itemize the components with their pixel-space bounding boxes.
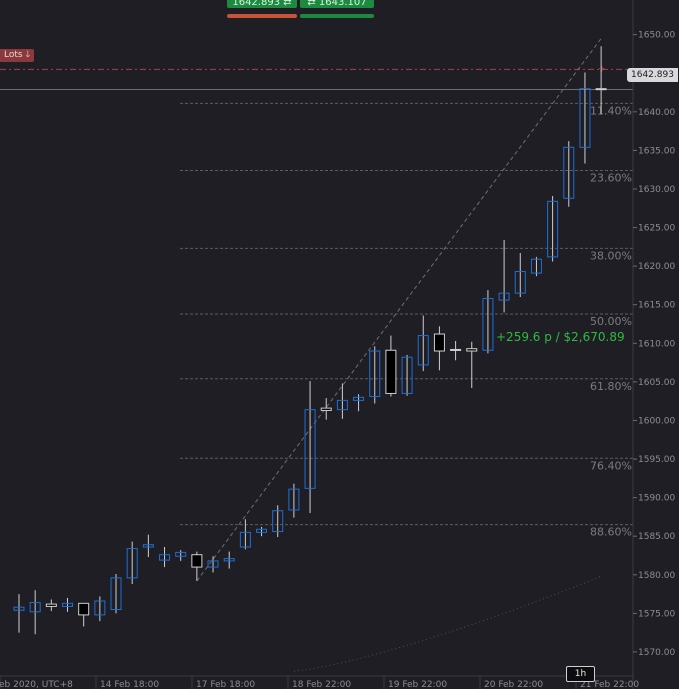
buy-price-button[interactable]: ⇄ 1643.107: [300, 0, 374, 8]
bear-candle: [191, 554, 203, 568]
price-tick-label: 1605.00: [638, 378, 675, 388]
fib-level-label: 50.00%: [590, 315, 632, 328]
price-tick-label: 1635.00: [638, 146, 675, 156]
price-tick-label: 1640.00: [638, 108, 675, 118]
time-tick-label: 19 Feb 22:00: [388, 680, 447, 689]
bear-candle: [450, 348, 462, 351]
price-tick-label: 1650.00: [638, 31, 675, 41]
price-tick-label: 1570.00: [638, 648, 675, 658]
lots-button[interactable]: Lots 🡓: [0, 49, 35, 62]
time-tick-label: 20 Feb 22:00: [484, 680, 543, 689]
price-tick-label: 1575.00: [638, 609, 675, 619]
price-tick-label: 1590.00: [638, 494, 675, 504]
timeframe-button[interactable]: 1h: [566, 666, 595, 682]
time-axis: 13 Feb 2020, UTC+8 14 Feb 18:00 17 Feb 18:…: [0, 675, 639, 689]
time-tick-label: 14 Feb 18:00: [100, 680, 159, 689]
sell-indicator-bar: [227, 14, 297, 18]
price-tick-label: 1600.00: [638, 416, 675, 426]
bear-candle: [45, 603, 57, 607]
price-tick-label: 1615.00: [638, 301, 675, 311]
sell-price-button[interactable]: 1642.893 ⇄: [227, 0, 297, 8]
price-tick-label: 1585.00: [638, 532, 675, 542]
fib-level-label: 38.00%: [590, 249, 632, 262]
fib-level-label: 76.40%: [590, 459, 632, 472]
arrow-down-icon: 🡓: [25, 50, 31, 60]
trendline-layer: [196, 38, 602, 672]
fib-level-label: 11.40%: [590, 104, 632, 117]
cursor-marker: +: [598, 65, 606, 75]
price-tick-label: 1595.00: [638, 455, 675, 465]
sell-arrow-icon: ⇄: [283, 0, 292, 8]
buy-indicator-bar: [300, 14, 374, 18]
buy-price-label: 1643.107: [318, 0, 367, 8]
bear-candle: [595, 88, 607, 91]
bear-candle: [78, 602, 90, 616]
indicator-curve: [293, 575, 602, 672]
time-tick-label: 17 Feb 18:00: [196, 680, 255, 689]
price-tick-label: 1620.00: [638, 262, 675, 272]
price-tick-label: 1625.00: [638, 224, 675, 234]
time-tick-label: 13 Feb 2020, UTC+8: [0, 680, 73, 689]
bear-candle: [385, 349, 397, 394]
lots-label: Lots: [4, 50, 23, 60]
time-tick-label: 18 Feb 22:00: [292, 680, 351, 689]
buy-arrow-icon: ⇄: [307, 0, 316, 8]
price-tick-label: 1630.00: [638, 185, 675, 195]
bear-candle: [466, 348, 478, 352]
trendline: [196, 38, 602, 582]
last-price-badge: 1642.893: [627, 68, 678, 82]
fib-level-label: 88.60%: [590, 526, 632, 539]
candlestick-chart[interactable]: 11.40% 23.60% 38.00% 50.00% 61.80% 76.40% 88.6…: [0, 0, 679, 689]
fibonacci-levels: 11.40% 23.60% 38.00% 50.00% 61.80% 76.40% 88.6…: [0, 68, 633, 539]
fib-level-label: 61.80%: [590, 380, 632, 393]
fib-level-label: 23.60%: [590, 171, 632, 184]
bear-candle: [433, 333, 445, 352]
profit-annotation: +259.6 p / $2,670.89: [496, 330, 625, 344]
price-axis: 1650.001645.001640.001635.001630.001625.…: [632, 0, 675, 689]
price-tick-label: 1610.00: [638, 339, 675, 349]
sell-price-label: 1642.893: [232, 0, 281, 8]
bear-candle: [320, 407, 332, 411]
price-tick-label: 1580.00: [638, 571, 675, 581]
